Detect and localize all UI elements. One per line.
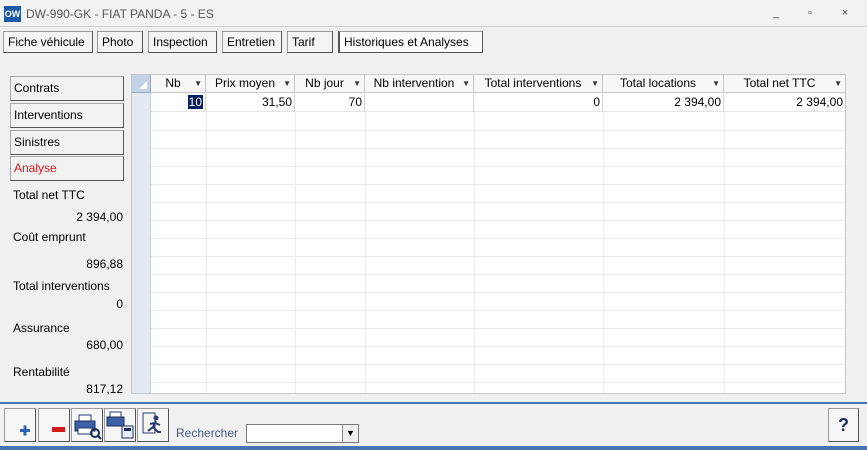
grid-line [151, 220, 845, 221]
grid-line [724, 112, 725, 393]
tab-inspection[interactable]: Inspection [148, 31, 217, 53]
bottom-accent-line [0, 446, 867, 450]
minus-icon [52, 427, 65, 432]
help-button[interactable]: ? [828, 408, 859, 442]
tab-entretien[interactable]: Entretien [222, 31, 282, 53]
cell-prix-moyen[interactable]: 31,50 [206, 94, 295, 112]
grid-line [474, 112, 475, 393]
column-header-total-locations[interactable]: Total locations ▼ [603, 75, 724, 93]
total-interventions-value: 0 [116, 297, 123, 311]
column-header-prix-moyen[interactable]: Prix moyen ▼ [206, 75, 295, 93]
column-header-nb-jour[interactable]: Nb jour ▼ [295, 75, 365, 93]
analysis-table: Nb ▼ Prix moyen ▼ Nb jour ▼ Nb intervention… [131, 74, 846, 394]
cell-total-net-ttc[interactable]: 2 394,00 [724, 94, 845, 112]
assurance-label: Assurance [13, 321, 70, 335]
header-label: Prix moyen [214, 76, 276, 90]
grid-line [151, 202, 845, 203]
grid-line [151, 274, 845, 275]
tab-photo[interactable]: Photo [97, 31, 143, 53]
sort-arrow-icon: ▼ [591, 79, 599, 88]
print-button[interactable] [104, 408, 136, 442]
minimize-button[interactable]: _ [769, 7, 783, 19]
dropdown-arrow-icon[interactable]: ▼ [342, 425, 358, 442]
column-header-total-interventions[interactable]: Total interventions ▼ [474, 75, 603, 93]
sinistres-button[interactable]: Sinistres [10, 130, 124, 155]
tab-bar: Fiche véhicule Photo Inspection Entretie… [0, 27, 867, 58]
print-preview-button[interactable] [71, 408, 103, 442]
grid-line [151, 184, 845, 185]
cout-emprunt-value: 896,88 [86, 257, 123, 271]
grid-line [151, 382, 845, 383]
cell-nb[interactable]: 10 [151, 94, 206, 112]
grid-line [151, 364, 845, 365]
sort-arrow-icon: ▼ [194, 79, 202, 88]
sort-arrow-icon: ▼ [462, 79, 470, 88]
rentabilite-label: Rentabilité [13, 365, 70, 379]
grid-line [151, 130, 845, 131]
interventions-button[interactable]: Interventions [10, 103, 124, 128]
column-header-nb[interactable]: Nb ▼ [151, 75, 206, 93]
row-header-column [132, 93, 151, 393]
grid-line [151, 292, 845, 293]
cell-nb-intervention[interactable] [365, 94, 474, 112]
total-net-value: 2 394,00 [76, 210, 123, 224]
cout-emprunt-label: Coût emprunt [13, 230, 86, 244]
assurance-value: 680,00 [86, 338, 123, 352]
header-label: Nb jour [305, 76, 344, 90]
grid-line [603, 112, 604, 393]
maximize-button[interactable]: ▫ [803, 7, 817, 19]
header-label: Nb intervention [373, 76, 455, 90]
add-button[interactable] [4, 408, 36, 442]
plus-icon [20, 425, 30, 436]
tab-fiche-vehicule[interactable]: Fiche véhicule [3, 31, 93, 53]
exit-button[interactable] [137, 408, 169, 442]
remove-button[interactable] [38, 408, 70, 442]
header-label: Nb [165, 76, 181, 90]
total-interventions-label: Total interventions [13, 279, 110, 293]
select-all-corner[interactable] [132, 75, 151, 93]
printer-preview-icon [74, 414, 102, 440]
header-label: Total net TTC [743, 76, 816, 90]
column-header-nb-intervention[interactable]: Nb intervention ▼ [365, 75, 474, 93]
grid-line [151, 238, 845, 239]
header-label: Total interventions [484, 76, 582, 90]
grid-line [295, 112, 296, 393]
total-net-label: Total net TTC [13, 188, 85, 202]
window-title: DW-990-GK - FIAT PANDA - 5 - ES [26, 7, 214, 21]
grid-line [151, 256, 845, 257]
sort-arrow-icon: ▼ [283, 79, 291, 88]
tab-historiques-et-analyses[interactable]: Historiques et Analyses [338, 31, 483, 53]
header-label: Total locations [619, 76, 697, 90]
sort-arrow-icon: ▼ [353, 79, 361, 88]
grid-line [151, 310, 845, 311]
grid-line [365, 112, 366, 393]
close-button[interactable]: × [838, 7, 852, 19]
cell-value: 10 [187, 95, 203, 109]
printer-save-icon [106, 411, 134, 439]
help-icon: ? [838, 415, 849, 435]
bottom-toolbar: Rechercher ▼ ? [0, 402, 867, 446]
contrats-button[interactable]: Contrats [10, 76, 124, 101]
sort-arrow-icon: ▼ [712, 79, 720, 88]
analyse-button[interactable]: Analyse [10, 156, 124, 181]
search-label: Rechercher [176, 426, 239, 440]
cell-total-interventions[interactable]: 0 [474, 94, 603, 112]
grid-line [151, 328, 845, 329]
app-icon: OW [4, 6, 21, 22]
cell-total-locations[interactable]: 2 394,00 [603, 94, 724, 112]
running-man-icon [142, 412, 161, 434]
cell-nb-jour[interactable]: 70 [295, 94, 365, 112]
title-bar: OW DW-990-GK - FIAT PANDA - 5 - ES _ ▫ × [0, 0, 867, 27]
search-combobox[interactable]: ▼ [246, 424, 359, 443]
column-header-total-net-ttc[interactable]: Total net TTC ▼ [724, 75, 845, 93]
grid-line [151, 346, 845, 347]
sort-arrow-icon: ▼ [834, 79, 842, 88]
tab-tarif[interactable]: Tarif [287, 31, 333, 53]
grid-line [206, 112, 207, 393]
rentabilite-value: 817,12 [86, 382, 123, 396]
grid-line [151, 148, 845, 149]
grid-line [151, 166, 845, 167]
